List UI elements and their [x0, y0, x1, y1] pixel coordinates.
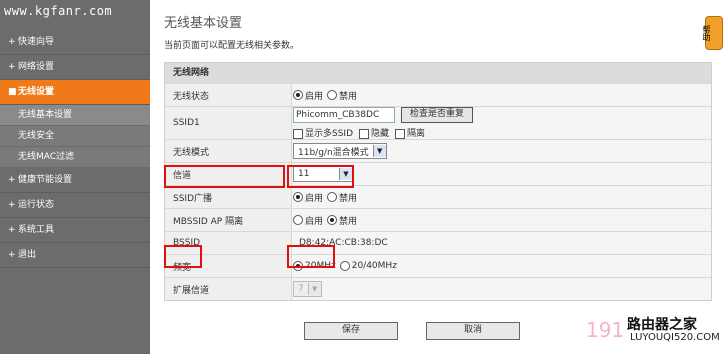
wireless-enable-radio[interactable]: 启用 — [293, 89, 323, 102]
chevron-down-icon: ▼ — [372, 145, 386, 157]
sidebar-item-label: 快速向导 — [18, 37, 55, 47]
sidebar-nav: + 快速向导 + 网络设置 ■无线设置 无线基本设置 无线安全 无线MAC过滤 + 健… — [0, 30, 150, 268]
row-bssid: BSSID D8:42:AC:CB:38:DC — [165, 231, 711, 254]
plus-icon: + — [8, 62, 16, 72]
cancel-button[interactable]: 取消 — [426, 322, 520, 340]
main-content: 无线基本设置 当前页面可以配置无线相关参数。 无线网络 无线状态 启用 禁用 S… — [150, 0, 728, 354]
mbssid-disable-radio[interactable]: 禁用 — [327, 214, 357, 227]
sidebar-item-system-tools[interactable]: + 系统工具 — [0, 218, 150, 243]
brand-name: 路由器之家 — [627, 317, 697, 333]
radio-icon — [327, 90, 338, 100]
sidebar-item-power-saving[interactable]: + 健康节能设置 — [0, 168, 150, 193]
extension-channel-select[interactable]: 7 ▼ — [293, 281, 322, 297]
row-wireless-mode: 无线模式 11b/g/n混合模式 ▼ — [165, 139, 711, 162]
radio-label: 禁用 — [339, 216, 358, 227]
sidebar-item-label: 健康节能设置 — [18, 175, 73, 185]
radio-selected-icon — [293, 192, 303, 202]
highlight-bandwidth-option — [287, 245, 335, 268]
sidebar-item-logout[interactable]: + 退出 — [0, 243, 150, 268]
plus-icon: + — [8, 175, 16, 185]
highlight-channel-select — [287, 165, 354, 188]
broadcast-enable-radio[interactable]: 启用 — [293, 191, 323, 204]
checkbox-icon — [359, 128, 370, 139]
sidebar-item-label: 网络设置 — [18, 62, 55, 72]
select-value: 11b/g/n混合模式 — [298, 147, 369, 158]
sidebar-item-quick-setup[interactable]: + 快速向导 — [0, 30, 150, 55]
radio-label: 启用 — [305, 91, 324, 102]
checkbox-label: 隔离 — [407, 129, 426, 139]
row-label: SSID广播 — [165, 186, 292, 208]
plus-icon: + — [8, 250, 16, 260]
radio-label: 启用 — [305, 193, 324, 204]
radio-label: 禁用 — [339, 193, 358, 204]
plus-icon: + — [8, 200, 16, 210]
row-mbssid-isolation: MBSSID AP 隔离 启用 禁用 — [165, 208, 711, 231]
radio-icon — [339, 261, 350, 271]
page-title: 无线基本设置 — [164, 16, 243, 31]
mbssid-enable-radio[interactable]: 启用 — [293, 214, 323, 227]
radio-label: 启用 — [305, 216, 324, 227]
row-wireless-status: 无线状态 启用 禁用 — [165, 83, 711, 106]
sidebar: www.kgfanr.com + 快速向导 + 网络设置 ■无线设置 无线基本设置 … — [0, 0, 150, 354]
sidebar-item-label: 退出 — [18, 250, 37, 260]
row-label: 无线状态 — [165, 84, 292, 106]
radio-icon — [327, 192, 338, 202]
sidebar-item-label: 运行状态 — [18, 200, 55, 210]
wireless-mode-select[interactable]: 11b/g/n混合模式 ▼ — [293, 143, 387, 159]
hide-ssid-checkbox[interactable]: 隐藏 — [359, 126, 389, 139]
plus-icon: + — [8, 225, 16, 235]
sidebar-sub-wireless-basic[interactable]: 无线基本设置 — [0, 105, 150, 126]
chevron-down-icon: ▼ — [307, 283, 321, 295]
row-label: 扩展信道 — [165, 278, 292, 300]
checkbox-icon — [293, 128, 303, 139]
page-description: 当前页面可以配置无线相关参数。 — [164, 41, 300, 51]
row-label: SSID1 — [165, 107, 292, 139]
highlight-bandwidth-label — [164, 245, 202, 268]
checkbox-label: 隐藏 — [371, 129, 390, 139]
help-tab[interactable]: 帮助 — [702, 16, 723, 50]
row-ssid1: SSID1 Phicomm_CB38DC 检查是否重复 显示多SSID 隐藏 隔… — [165, 106, 711, 139]
row-extension-channel: 扩展信道 7 ▼ — [165, 277, 711, 300]
row-label: 无线模式 — [165, 140, 292, 162]
radio-selected-icon — [293, 90, 303, 100]
sidebar-item-label: 无线设置 — [18, 87, 55, 97]
panel-header: 无线网络 — [165, 63, 711, 83]
row-bandwidth: 频宽 20MHz 20/40MHz — [165, 254, 711, 277]
row-label: MBSSID AP 隔离 — [165, 209, 292, 231]
sidebar-item-status[interactable]: + 运行状态 — [0, 193, 150, 218]
isolate-checkbox[interactable]: 隔离 — [395, 126, 425, 139]
sidebar-item-network[interactable]: + 网络设置 — [0, 55, 150, 80]
checkbox-label: 显示多SSID — [305, 129, 354, 139]
highlight-channel-label — [164, 165, 285, 188]
watermark-number: 191 — [586, 318, 625, 342]
check-duplicate-button[interactable]: 检查是否重复 — [401, 107, 474, 123]
save-button[interactable]: 保存 — [304, 322, 398, 340]
square-bullet-icon: ■ — [8, 87, 17, 97]
broadcast-disable-radio[interactable]: 禁用 — [327, 191, 357, 204]
brand-url: LUYOUQI520.COM — [630, 332, 720, 343]
ssid-input[interactable]: Phicomm_CB38DC — [293, 107, 395, 123]
plus-icon: + — [8, 37, 16, 47]
radio-label: 禁用 — [339, 91, 358, 102]
radio-selected-icon — [327, 215, 338, 225]
checkbox-icon — [395, 128, 406, 139]
radio-label: 20/40MHz — [351, 261, 397, 271]
sidebar-item-label: 系统工具 — [18, 225, 55, 235]
select-value: 7 — [298, 284, 304, 294]
sidebar-item-wireless[interactable]: ■无线设置 — [0, 80, 150, 105]
radio-icon — [293, 215, 303, 225]
sidebar-sub-mac-filter[interactable]: 无线MAC过滤 — [0, 147, 150, 168]
row-ssid-broadcast: SSID广播 启用 禁用 — [165, 185, 711, 208]
show-multi-ssid-checkbox[interactable]: 显示多SSID — [293, 126, 353, 139]
watermark-text: www.kgfanr.com — [4, 4, 113, 18]
wireless-disable-radio[interactable]: 禁用 — [327, 89, 357, 102]
bandwidth-20-40mhz-radio[interactable]: 20/40MHz — [339, 261, 397, 271]
sidebar-sub-wireless-security[interactable]: 无线安全 — [0, 126, 150, 147]
